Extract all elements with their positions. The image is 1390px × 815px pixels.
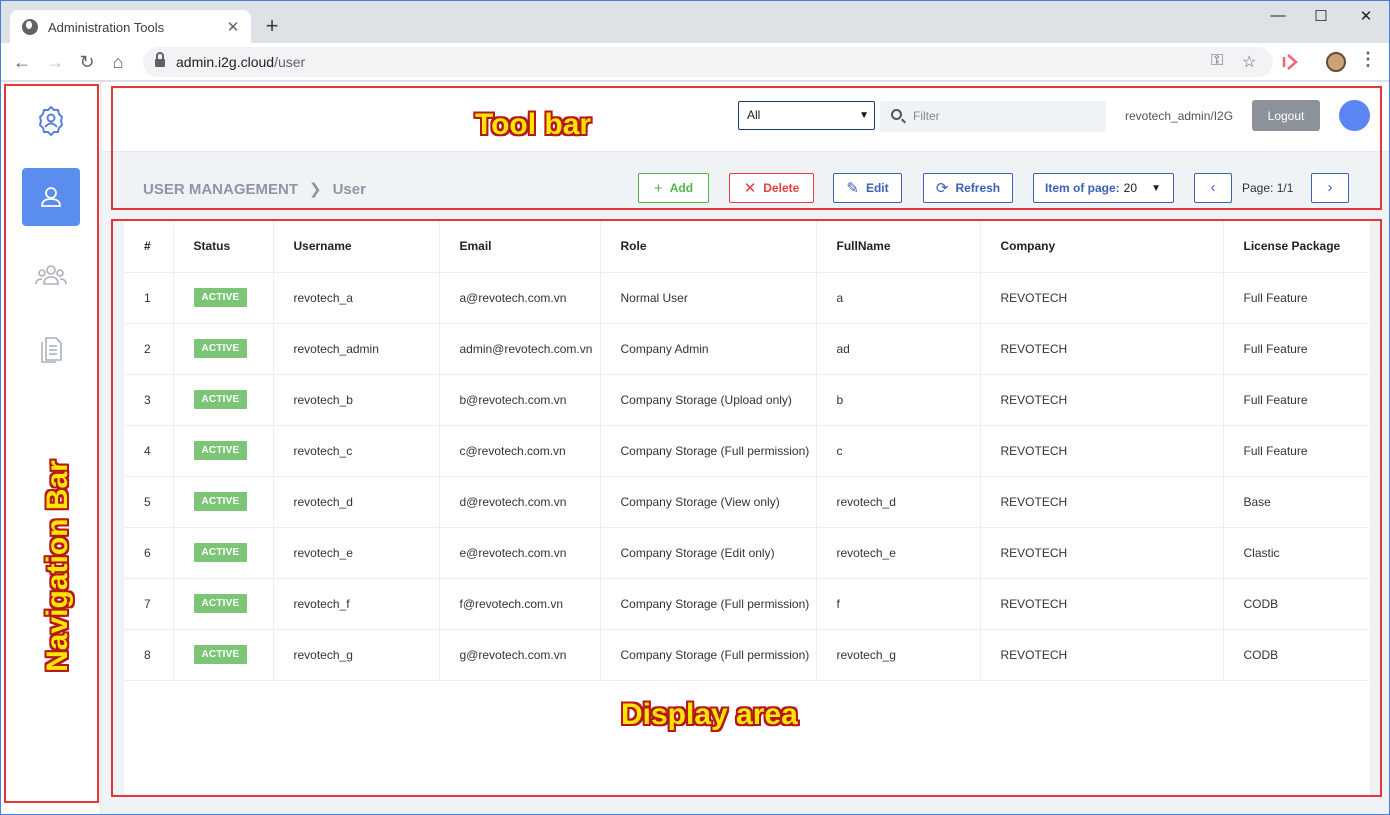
address-bar[interactable]: admin.i2g.cloud/user ⚿ ☆: [143, 47, 1273, 77]
key-icon[interactable]: ⚿: [1211, 52, 1223, 70]
maximize-icon[interactable]: ☐: [1309, 7, 1333, 25]
navbar-annotation-box: [4, 84, 99, 803]
browser-tab[interactable]: Administration Tools ✕: [10, 10, 251, 44]
forward-icon[interactable]: →: [42, 49, 68, 75]
globe-icon: [22, 19, 38, 35]
toolbar-annotation-label: Tool bar: [475, 108, 592, 141]
tab-title: Administration Tools: [48, 19, 165, 35]
close-tab-icon[interactable]: ✕: [225, 18, 241, 36]
reload-icon[interactable]: ↻: [74, 49, 100, 75]
extension-icon[interactable]: [1281, 52, 1301, 72]
menu-icon[interactable]: ⋮: [1357, 49, 1379, 70]
navbar-annotation-label: Navigation Bar: [41, 460, 74, 672]
lock-icon[interactable]: [155, 52, 165, 68]
star-icon[interactable]: ☆: [1242, 52, 1256, 72]
display-annotation-label: Display area: [621, 698, 798, 731]
window-close-icon[interactable]: ✕: [1354, 7, 1378, 25]
url-text: admin.i2g.cloud/user: [176, 54, 306, 70]
toolbar-annotation-box: [111, 86, 1382, 210]
browser-toolbar: ← → ↻ ⌂ admin.i2g.cloud/user ⚿ ☆ ⋮: [1, 43, 1389, 81]
tab-strip: Administration Tools ✕ + — ☐ ✕: [1, 1, 1389, 44]
back-icon[interactable]: ←: [9, 49, 35, 75]
minimize-icon[interactable]: —: [1266, 7, 1290, 24]
profile-avatar[interactable]: [1326, 52, 1346, 72]
new-tab-icon[interactable]: +: [261, 15, 283, 37]
home-icon[interactable]: ⌂: [105, 49, 131, 75]
